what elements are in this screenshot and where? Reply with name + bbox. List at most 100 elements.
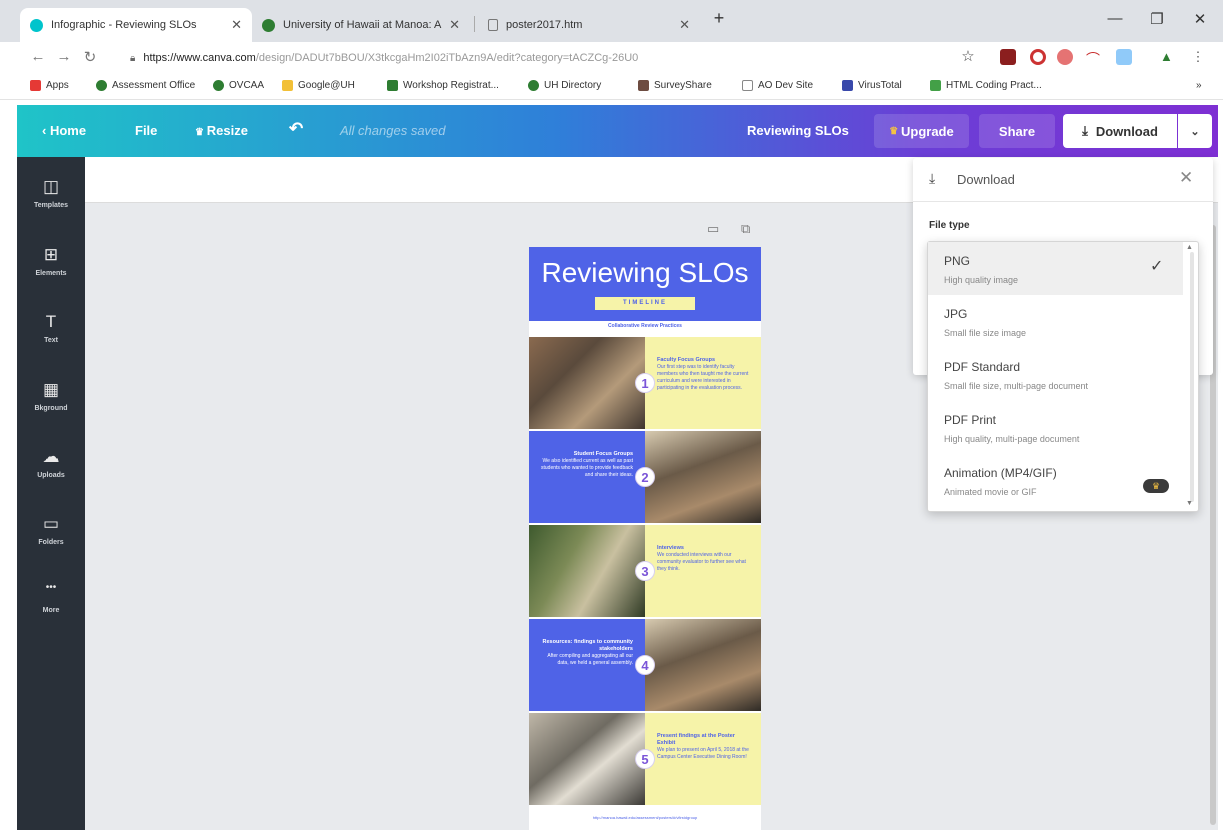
- photo-hallway[interactable]: [529, 713, 645, 805]
- extension-icon[interactable]: ⌒: [1086, 49, 1102, 67]
- photo-assembly[interactable]: [645, 619, 761, 711]
- poster-title[interactable]: Reviewing SLOs: [529, 257, 761, 289]
- bookmark-label: Assessment Office: [112, 80, 196, 91]
- file-type-option-pdf-standard[interactable]: PDF Standard Small file size, multi-page…: [928, 348, 1183, 401]
- sidebar-item-label: Folders: [38, 539, 64, 546]
- step-text-box[interactable]: Interviews We conducted interviews with o…: [645, 525, 761, 617]
- tab-title: poster2017.htm: [506, 19, 583, 31]
- browser-menu-icon[interactable]: ⋮: [1190, 49, 1206, 65]
- site-icon: [638, 80, 649, 91]
- bookmark-label: OVCAA: [229, 80, 265, 91]
- file-type-option-pdf-print[interactable]: PDF Print High quality, multi-page docum…: [928, 401, 1183, 454]
- sidebar-item-uploads[interactable]: ☁ Uploads: [17, 447, 85, 479]
- bookmark-item[interactable]: Workshop Registrat...: [387, 80, 499, 91]
- option-name: PDF Print: [944, 413, 997, 427]
- back-icon[interactable]: ←: [28, 48, 48, 65]
- close-window-icon[interactable]: ✕: [1185, 10, 1215, 28]
- bookmark-item[interactable]: VirusTotal: [842, 80, 902, 91]
- duplicate-page-icon[interactable]: ⧉: [741, 221, 750, 237]
- photo-student-group[interactable]: [645, 431, 761, 523]
- photo-interview[interactable]: [529, 525, 645, 617]
- add-note-icon[interactable]: ▭: [707, 221, 719, 237]
- bookmark-item[interactable]: AO Dev Site: [742, 80, 813, 91]
- background-icon: ▦: [42, 380, 60, 399]
- bookmark-item[interactable]: HTML Coding Pract...: [930, 80, 1042, 91]
- templates-icon: ◫: [42, 177, 60, 196]
- sidebar-item-more[interactable]: ••• More: [17, 582, 85, 614]
- upgrade-button[interactable]: ♛ Upgrade: [874, 114, 969, 148]
- extension-icon[interactable]: [1057, 49, 1073, 65]
- undo-icon[interactable]: ↶: [289, 119, 303, 139]
- bookmark-item[interactable]: Google@UH: [282, 80, 355, 91]
- bookmark-item[interactable]: OVCAA: [213, 80, 264, 91]
- sidebar-item-background[interactable]: ▦ Bkground: [17, 380, 85, 412]
- forward-icon[interactable]: →: [54, 48, 74, 65]
- close-tab-icon[interactable]: ✕: [231, 17, 242, 33]
- bookmark-star-icon[interactable]: ☆: [958, 47, 978, 65]
- extension-icon[interactable]: [1000, 49, 1016, 65]
- site-icon: [213, 80, 224, 91]
- step-text-box[interactable]: Present findings at the Poster Exhibit We…: [645, 713, 761, 805]
- sidebar-item-folders[interactable]: ▭ Folders: [17, 514, 85, 546]
- sidebar-item-templates[interactable]: ◫ Templates: [17, 177, 85, 209]
- url-field[interactable]: 🔒︎ https://www.canva.com /design/DADUt7b…: [112, 46, 992, 70]
- home-button[interactable]: ‹ Home: [42, 123, 86, 138]
- browser-tab-uh[interactable]: University of Hawaii at Manoa: A ✕: [252, 8, 470, 42]
- poster-subtitle[interactable]: Collaborative Review Practices: [529, 323, 761, 329]
- file-type-option-jpg[interactable]: JPG Small file size image: [928, 295, 1183, 348]
- close-icon[interactable]: ✕: [1179, 168, 1193, 188]
- scroll-up-icon[interactable]: ▲: [1186, 244, 1193, 251]
- step-text-box[interactable]: Student Focus Groups We also identified c…: [529, 431, 645, 523]
- google-drive-icon[interactable]: ▲: [1160, 49, 1176, 65]
- poster-url[interactable]: http://manoa.hawaii.edu/assessment/poste…: [529, 815, 761, 820]
- timeline-row: Interviews We conducted interviews with o…: [529, 525, 761, 617]
- scroll-down-icon[interactable]: ▼: [1186, 500, 1193, 507]
- step-text: We plan to present on April 5, 2018 at t…: [657, 747, 749, 760]
- close-tab-icon[interactable]: ✕: [679, 17, 690, 33]
- sidebar-item-text[interactable]: T Text: [17, 312, 85, 344]
- chevron-left-icon: ‹: [42, 123, 50, 138]
- bookmark-item[interactable]: UH Directory: [528, 80, 601, 91]
- sidebar-item-elements[interactable]: ⊞ Elements: [17, 245, 85, 277]
- file-type-dropdown[interactable]: PNG High quality image ✓ JPG Small file …: [927, 241, 1199, 512]
- bookmark-item[interactable]: SurveyShare: [638, 80, 712, 91]
- file-type-option-png[interactable]: PNG High quality image ✓: [928, 242, 1183, 295]
- step-text: After compiling and aggregating all our …: [547, 653, 633, 666]
- sidebar-item-label: Bkground: [34, 405, 68, 412]
- restore-icon[interactable]: ❐: [1142, 10, 1172, 28]
- resize-button[interactable]: ♛ Resize: [195, 123, 248, 138]
- upgrade-label: Upgrade: [901, 123, 954, 139]
- upload-cloud-icon: ☁: [42, 447, 60, 466]
- share-button[interactable]: Share: [979, 114, 1055, 148]
- bookmark-item[interactable]: Assessment Office: [96, 80, 195, 91]
- minimize-icon[interactable]: —: [1100, 10, 1130, 27]
- step-text-box[interactable]: Faculty Focus Groups Our first step was t…: [645, 337, 761, 429]
- sidebar-item-label: Uploads: [37, 472, 65, 479]
- home-label: Home: [49, 123, 87, 138]
- download-button[interactable]: ⤓ Download: [1063, 114, 1177, 148]
- dropdown-scrollbar[interactable]: [1190, 252, 1194, 502]
- design-title[interactable]: Reviewing SLOs: [747, 123, 849, 138]
- step-text: We conducted interviews with our communi…: [657, 552, 746, 572]
- browser-tab-strip: Infographic - Reviewing SLOs ✕ Universit…: [0, 0, 1223, 42]
- new-tab-button[interactable]: +: [704, 8, 734, 29]
- chevron-down-icon[interactable]: ⌄: [1178, 114, 1212, 148]
- extension-icon[interactable]: [1030, 49, 1046, 65]
- close-tab-icon[interactable]: ✕: [449, 17, 460, 33]
- bookmark-apps[interactable]: Apps: [30, 80, 69, 91]
- step-text-box[interactable]: Resources: findings to community stakeho…: [529, 619, 645, 711]
- extension-icon[interactable]: [1116, 49, 1132, 65]
- more-icon: •••: [45, 582, 57, 593]
- url-host: https://www.canva.com: [143, 52, 256, 64]
- canva-toolbar: ‹ Home File ♛ Resize ↶ All changes saved…: [17, 105, 1218, 157]
- reload-icon[interactable]: ↻: [80, 48, 100, 66]
- bookmarks-bar: Apps Assessment Office OVCAA Google@UH W…: [0, 74, 1223, 100]
- bookmarks-overflow-button[interactable]: »: [1196, 80, 1202, 91]
- browser-tab-poster[interactable]: poster2017.htm ✕: [478, 8, 700, 42]
- photo-faculty-group[interactable]: [529, 337, 645, 429]
- browser-tab-canva[interactable]: Infographic - Reviewing SLOs ✕: [20, 8, 252, 42]
- bookmark-label: AO Dev Site: [758, 80, 814, 91]
- poster-design[interactable]: Reviewing SLOs TIMELINE Collaborative Re…: [529, 247, 761, 830]
- file-menu-button[interactable]: File: [135, 123, 157, 138]
- poster-badge[interactable]: TIMELINE: [595, 297, 695, 310]
